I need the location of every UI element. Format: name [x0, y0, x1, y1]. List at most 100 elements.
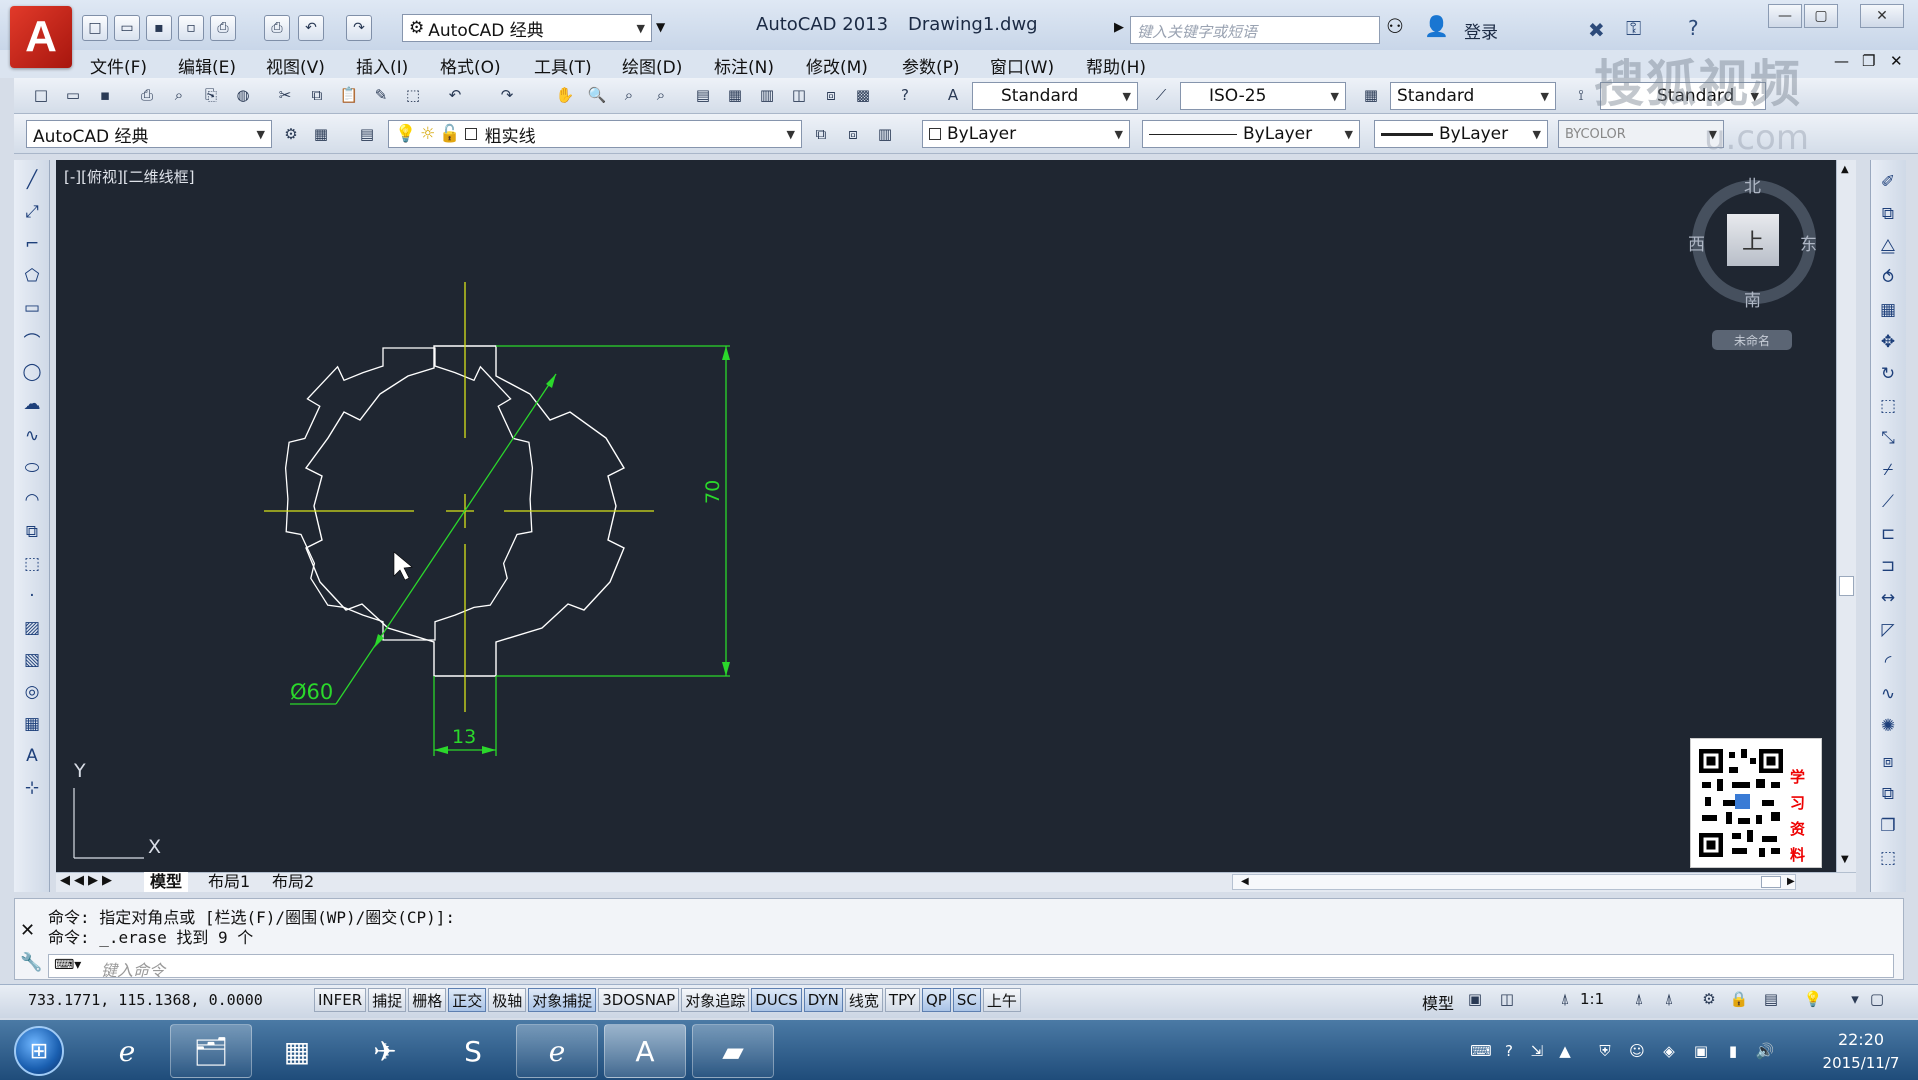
ie-window-taskbar-icon[interactable]: ℯ: [516, 1024, 598, 1078]
linetype-select[interactable]: ByLayer ▼: [1142, 120, 1360, 148]
dimension-style-icon[interactable]: ⟋: [1148, 82, 1174, 108]
publish-toolbar-icon[interactable]: ⎘: [198, 82, 224, 108]
markup-icon[interactable]: ⧈: [818, 82, 844, 108]
design-center-icon[interactable]: ▦: [722, 82, 748, 108]
scale-icon[interactable]: ⬚: [1874, 392, 1902, 420]
stay-connected-icon[interactable]: ⚿: [1626, 16, 1641, 40]
zoom-realtime-icon[interactable]: 🔍: [584, 82, 610, 108]
menu-draw[interactable]: 绘图(D): [622, 53, 682, 78]
point-icon[interactable]: ·: [18, 582, 46, 610]
cursor-coordinates[interactable]: 733.1771, 115.1368, 0.0000: [28, 991, 263, 1009]
status-toggle[interactable]: INFER: [314, 988, 367, 1012]
status-toggle[interactable]: TPY: [884, 988, 920, 1012]
ellipse-icon[interactable]: ⬭: [18, 454, 46, 482]
scroll-left-icon[interactable]: ◀: [1241, 876, 1249, 887]
break-at-point-icon[interactable]: ⊏: [1874, 520, 1902, 548]
block-editor-icon[interactable]: ⬚: [400, 82, 426, 108]
fillet-icon[interactable]: ◜: [1874, 648, 1902, 676]
viewcube-east[interactable]: 东: [1800, 230, 1817, 255]
rectangle-icon[interactable]: ▭: [18, 294, 46, 322]
qnew-icon[interactable]: □: [28, 82, 54, 108]
status-toggle[interactable]: 对象追踪: [681, 988, 750, 1012]
status-toggle[interactable]: DUCS: [751, 988, 802, 1012]
status-toggle[interactable]: SC: [952, 988, 981, 1012]
calculator-icon[interactable]: ▩: [850, 82, 876, 108]
make-block-icon[interactable]: ⬚: [18, 550, 46, 578]
publish-icon[interactable]: ⎙: [210, 15, 236, 41]
status-toggle[interactable]: 线宽: [844, 988, 883, 1012]
rotate-icon[interactable]: ↻: [1874, 360, 1902, 388]
close-button[interactable]: ✕: [1860, 4, 1904, 28]
make-current-layer-icon[interactable]: ⧉: [808, 121, 834, 147]
table-style-icon[interactable]: ▦: [1358, 82, 1384, 108]
text-style-select[interactable]: Standard ▼: [972, 82, 1138, 110]
extend-icon[interactable]: ⟋: [1874, 488, 1902, 516]
status-toggle[interactable]: 对象捕捉: [528, 988, 597, 1012]
viewcube-top-face[interactable]: 上: [1727, 214, 1779, 266]
help-toolbar-icon[interactable]: ?: [892, 82, 918, 108]
status-toggle[interactable]: QP: [921, 988, 951, 1012]
properties-icon[interactable]: ▤: [690, 82, 716, 108]
close-command-icon[interactable]: ✕: [20, 920, 35, 941]
move-icon[interactable]: ✥: [1874, 328, 1902, 356]
isolate-objects-icon[interactable]: 💡: [1800, 986, 1826, 1012]
network-tray-icon[interactable]: ▮: [1722, 1040, 1744, 1062]
status-toggle[interactable]: DYN: [803, 988, 843, 1012]
region-icon[interactable]: ◎: [18, 678, 46, 706]
break-icon[interactable]: ⊐: [1874, 552, 1902, 580]
polyline-icon[interactable]: ⌐: [18, 230, 46, 258]
customize-command-icon[interactable]: 🔧: [20, 952, 42, 973]
zoom-window-icon[interactable]: ⌕: [616, 82, 642, 108]
file-explorer-taskbar-icon[interactable]: 🗂: [170, 1024, 252, 1078]
open-file-icon[interactable]: ▭: [114, 15, 140, 41]
blend-curves-icon[interactable]: ∿: [1874, 680, 1902, 708]
device-tray-icon[interactable]: ▣: [1690, 1040, 1712, 1062]
vertical-scrollbar[interactable]: ▲ ▼: [1836, 160, 1856, 872]
undo-toolbar-icon[interactable]: ↶: [442, 82, 468, 108]
viewcube-west[interactable]: 西: [1688, 230, 1705, 255]
bring-to-front-icon[interactable]: ⧉: [1874, 780, 1902, 808]
doc-minimize-icon[interactable]: —: [1834, 52, 1849, 70]
status-toggle[interactable]: 捕捉: [368, 988, 407, 1012]
send-to-back-icon[interactable]: ❐: [1874, 812, 1902, 840]
user-icon[interactable]: 👤: [1424, 14, 1449, 38]
open-icon[interactable]: ▭: [60, 82, 86, 108]
save-toolbar-icon[interactable]: ▪: [92, 82, 118, 108]
insert-block-icon[interactable]: ⧉: [18, 518, 46, 546]
sogou-taskbar-icon[interactable]: S: [432, 1024, 514, 1078]
dimension-style-select[interactable]: ISO-25 ▼: [1180, 82, 1346, 110]
copy-object-icon[interactable]: ⧉: [1874, 200, 1902, 228]
workspace-select[interactable]: AutoCAD 经典 ▼: [26, 120, 272, 148]
app-taskbar-icon[interactable]: ▦: [256, 1024, 338, 1078]
stretch-icon[interactable]: ⤡: [1874, 424, 1902, 452]
viewcube-south[interactable]: 南: [1744, 286, 1761, 311]
show-hidden-tray-icon[interactable]: ▲: [1554, 1040, 1576, 1062]
doc-restore-icon[interactable]: ❐: [1862, 52, 1875, 70]
horizontal-scrollbar[interactable]: ◀ ▶: [1232, 874, 1796, 890]
tab-navigation-icon[interactable]: ◀◀▶▶: [60, 873, 116, 888]
clean-screen-icon[interactable]: ▢: [1864, 986, 1890, 1012]
color-select[interactable]: ByLayer ▼: [922, 120, 1130, 148]
status-toggle[interactable]: 极轴: [488, 988, 527, 1012]
menu-insert[interactable]: 插入(I): [356, 53, 408, 78]
arc-icon[interactable]: ⌒: [18, 326, 46, 354]
clock-date[interactable]: 2015/11/7: [1816, 1054, 1906, 1072]
help-tray-icon[interactable]: ?: [1498, 1040, 1520, 1062]
menu-modify[interactable]: 修改(M): [806, 53, 868, 78]
array-icon[interactable]: ▦: [1874, 296, 1902, 324]
status-toggle[interactable]: 栅格: [408, 988, 447, 1012]
erase-icon[interactable]: ✐: [1874, 168, 1902, 196]
paste-icon[interactable]: 📋: [336, 82, 362, 108]
quick-view-layouts-icon[interactable]: ▣: [1462, 986, 1488, 1012]
autocad-taskbar-icon[interactable]: A: [604, 1024, 686, 1078]
status-toggle[interactable]: 正交: [448, 988, 487, 1012]
layer-properties-icon[interactable]: ▤: [354, 121, 380, 147]
pan-icon[interactable]: ✋: [552, 82, 578, 108]
ellipse-arc-icon[interactable]: ◠: [18, 486, 46, 514]
annotation-visibility-icon[interactable]: ⍋: [1626, 986, 1652, 1012]
ie-taskbar-icon[interactable]: ℯ: [86, 1024, 168, 1078]
spline-icon[interactable]: ∿: [18, 422, 46, 450]
offset-icon[interactable]: ⥀: [1874, 264, 1902, 292]
save-workspace-icon[interactable]: ▦: [308, 121, 334, 147]
multiline-text-icon[interactable]: A: [18, 742, 46, 770]
